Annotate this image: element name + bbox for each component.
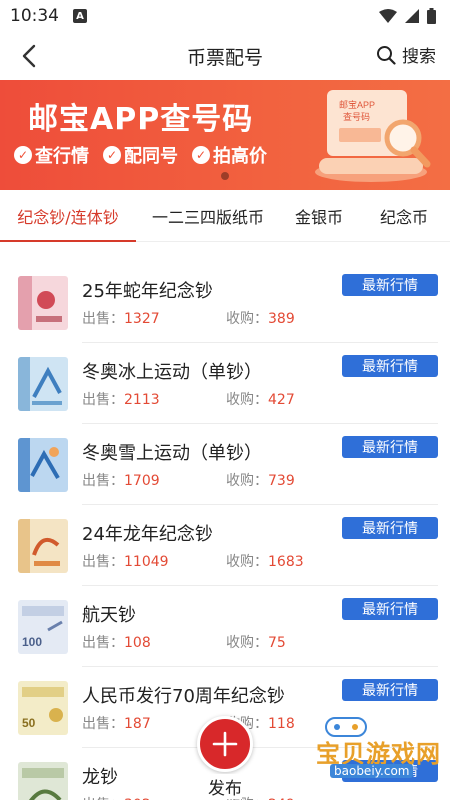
list-item[interactable]: 24年龙年纪念钞 出售：11049 收购：1683 最新行情 (0, 505, 450, 586)
signal-icon (405, 9, 419, 23)
check-icon: ✓ (103, 146, 121, 164)
banknote-thumbnail: 50 (18, 680, 68, 735)
buy-count: 1683 (268, 554, 304, 570)
watermark-url: baobeiy.com (330, 764, 414, 778)
category-tabs: 纪念钞/连体钞 一二三四版纸币 金银币 纪念币 (0, 190, 450, 242)
sell-label: 出售： (82, 554, 124, 570)
check-icon: ✓ (14, 146, 32, 164)
svg-text:50: 50 (22, 716, 36, 730)
banknote-thumbnail: 100 (18, 599, 68, 654)
tab-commemorative-notes[interactable]: 纪念钞/连体钞 (0, 190, 136, 242)
banner-feature: ✓ 拍高价 (192, 142, 267, 168)
art-label-1: 邮宝APP (339, 99, 375, 110)
sell-count: 1327 (124, 311, 160, 327)
sell-label: 出售： (82, 311, 124, 327)
feature-label: 配同号 (124, 146, 178, 167)
publish-label: 发布 (208, 774, 242, 799)
latest-quote-button[interactable]: 最新行情 (342, 436, 438, 458)
back-arrow-icon[interactable] (16, 42, 44, 70)
sell-label: 出售： (82, 392, 124, 408)
buy-label: 收购： (226, 473, 268, 489)
latest-quote-button[interactable]: 最新行情 (342, 679, 438, 701)
tab-gold-silver-coins[interactable]: 金银币 (280, 190, 358, 241)
latest-quote-button[interactable]: 最新行情 (342, 598, 438, 620)
nav-bar: 币票配号 搜索 (0, 32, 450, 80)
sell-count: 1709 (124, 473, 160, 489)
buy-count: 118 (268, 716, 295, 732)
buy-label: 收购： (226, 554, 268, 570)
list-item[interactable]: 25年蛇年纪念钞 出售：1327 收购：389 最新行情 (0, 262, 450, 343)
art-label-2: 查号码 (343, 111, 370, 122)
banknote-thumbnail (18, 437, 68, 492)
search-icon (377, 45, 396, 65)
buy-label: 收购： (226, 311, 268, 327)
item-name: 航天钞 (82, 605, 136, 626)
search-button[interactable]: 搜索 (376, 42, 436, 67)
search-label: 搜索 (402, 47, 436, 67)
banknote-thumbnail (18, 356, 68, 411)
item-name: 24年龙年纪念钞 (82, 524, 213, 545)
buy-count: 389 (268, 311, 295, 327)
feature-label: 查行情 (35, 146, 89, 167)
watermark: 宝贝游戏网 baobeiy.com (296, 712, 446, 780)
item-name: 冬奥雪上运动（单钞） (82, 443, 262, 464)
item-name: 冬奥冰上运动（单钞） (82, 362, 262, 383)
status-time: 10:34 (10, 6, 59, 26)
page-title: 币票配号 (186, 46, 263, 69)
buy-label: 收购： (226, 635, 268, 651)
banner-features: ✓ 查行情 ✓ 配同号 ✓ 拍高价 (14, 142, 267, 168)
carousel-indicator (221, 172, 229, 180)
plus-icon (212, 731, 238, 757)
battery-icon (427, 8, 436, 24)
banknote-thumbnail (18, 761, 68, 800)
sell-label: 出售： (82, 716, 124, 732)
banner-feature: ✓ 查行情 (14, 142, 89, 168)
list-item[interactable]: 冬奥雪上运动（单钞） 出售：1709 收购：739 最新行情 (0, 424, 450, 505)
tab-series-notes[interactable]: 一二三四版纸币 (136, 190, 280, 241)
banknote-thumbnail (18, 518, 68, 573)
tab-commemorative-coins[interactable]: 纪念币 (358, 190, 450, 241)
banknote-thumbnail (18, 275, 68, 330)
buy-count: 427 (268, 392, 295, 408)
notification-a-icon: A (73, 9, 87, 23)
list-item[interactable]: 100 航天钞 出售：108 收购：75 最新行情 (0, 586, 450, 667)
sell-count: 2113 (124, 392, 160, 408)
banner-feature: ✓ 配同号 (103, 142, 178, 168)
buy-count: 739 (268, 473, 295, 489)
sell-label: 出售： (82, 473, 124, 489)
latest-quote-button[interactable]: 最新行情 (342, 517, 438, 539)
buy-count: 75 (268, 635, 286, 651)
item-name: 人民币发行70周年纪念钞 (82, 686, 285, 707)
latest-quote-button[interactable]: 最新行情 (342, 274, 438, 296)
publish-plus-circle[interactable] (197, 716, 253, 772)
promo-banner[interactable]: 邮宝APP查号码 ✓ 查行情 ✓ 配同号 ✓ 拍高价 邮宝APP 查号码 (0, 80, 450, 190)
sell-count: 108 (124, 635, 151, 651)
sell-count: 11049 (124, 554, 169, 570)
svg-text:100: 100 (22, 635, 42, 649)
sell-label: 出售： (82, 635, 124, 651)
banner-magnifier-illustration: 邮宝APP 查号码 (315, 90, 431, 182)
wifi-icon (379, 9, 397, 23)
latest-quote-button[interactable]: 最新行情 (342, 355, 438, 377)
sell-count: 187 (124, 716, 151, 732)
feature-label: 拍高价 (213, 146, 267, 167)
status-bar: 10:34 A (0, 0, 450, 32)
list-item[interactable]: 冬奥冰上运动（单钞） 出售：2113 收购：427 最新行情 (0, 343, 450, 424)
item-name: 25年蛇年纪念钞 (82, 281, 213, 302)
banner-headline: 邮宝APP查号码 (28, 102, 254, 137)
publish-button[interactable]: 发布 (195, 716, 255, 799)
buy-label: 收购： (226, 392, 268, 408)
check-icon: ✓ (192, 146, 210, 164)
